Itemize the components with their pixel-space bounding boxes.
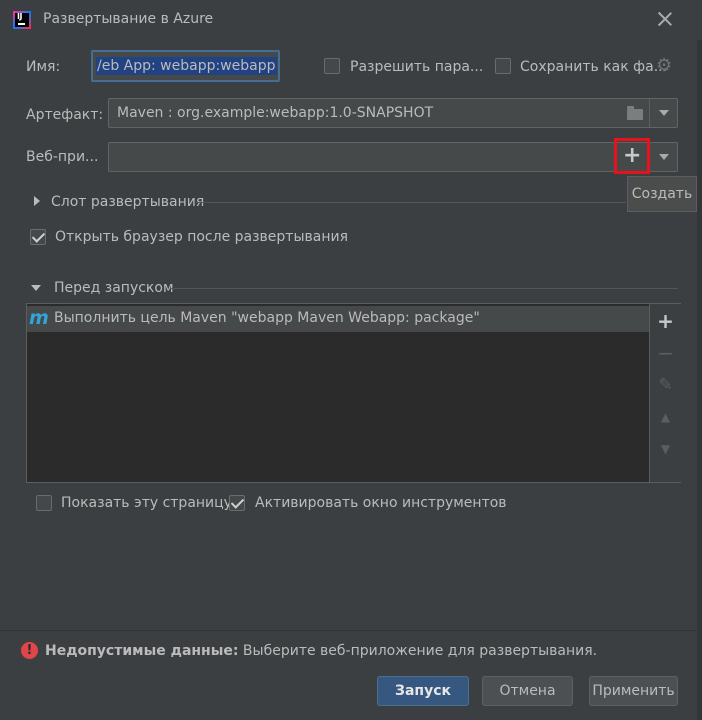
validation-title: Недопустимые данные: (45, 643, 239, 659)
artifact-label: Артефакт: (26, 107, 104, 123)
folder-icon (627, 106, 643, 120)
task-toolbar: + − ✎ ▲ ▼ (649, 304, 681, 482)
before-launch-label[interactable]: Перед запуском (54, 280, 174, 296)
webapp-label: Веб-при... (26, 149, 99, 165)
expand-slot-icon[interactable] (34, 196, 40, 206)
bottom-divider (0, 630, 702, 631)
show-page-checkbox[interactable] (36, 495, 52, 511)
plus-icon: + (623, 143, 642, 168)
before-launch-divider (170, 288, 678, 289)
artifact-combobox[interactable]: Maven : org.example:webapp:1.0-SNAPSHOT (108, 98, 678, 128)
open-browser-label: Открыть браузер после развертывания (55, 229, 349, 245)
task-label: Выполнить цель Maven "webapp Maven Webap… (54, 310, 480, 326)
validation-text: Выберите веб-приложение для развертывани… (238, 643, 598, 659)
validation-message: Недопустимые данные: Выберите веб-прилож… (45, 643, 597, 659)
gear-icon[interactable]: ⚙ (656, 57, 674, 75)
chevron-down-icon (659, 110, 669, 116)
slot-divider (196, 202, 626, 203)
window-title: Развертывание в Azure (43, 11, 214, 27)
activate-tool-window-checkbox[interactable] (229, 495, 245, 511)
window-edge (697, 40, 702, 720)
webapp-combobox[interactable] (108, 142, 678, 172)
title-bar: IJ Развертывание в Azure (0, 0, 702, 40)
move-down-button[interactable]: ▼ (650, 436, 681, 462)
allow-parallel-label: Разрешить пара... (350, 59, 484, 75)
chevron-down-icon (659, 154, 669, 160)
before-launch-panel: m Выполнить цель Maven "webapp Maven Web… (26, 303, 681, 483)
show-page-label: Показать эту страницу (61, 495, 232, 511)
move-up-button[interactable]: ▲ (650, 404, 681, 430)
name-label: Имя: (26, 59, 61, 75)
remove-task-button[interactable]: − (650, 340, 681, 366)
name-input-value: /eb App: webapp:webapp (96, 57, 277, 75)
artifact-dropdown-button[interactable] (649, 99, 678, 127)
open-browser-checkbox[interactable] (30, 229, 46, 245)
browse-artifact-button[interactable] (621, 99, 649, 127)
edit-task-button[interactable]: ✎ (650, 372, 681, 398)
list-item[interactable]: m Выполнить цель Maven "webapp Maven Web… (27, 306, 649, 332)
name-input[interactable]: /eb App: webapp:webapp (91, 50, 280, 82)
webapp-dropdown-button[interactable] (649, 143, 678, 171)
save-as-file-label: Сохранить как фа... (520, 59, 668, 75)
allow-parallel-checkbox[interactable] (324, 58, 340, 74)
close-icon[interactable] (655, 9, 675, 29)
run-button[interactable]: Запуск (377, 676, 469, 706)
save-as-file-checkbox[interactable] (495, 58, 511, 74)
slot-section-label[interactable]: Слот развертывания (51, 194, 204, 210)
maven-icon: m (29, 307, 49, 329)
cancel-button[interactable]: Отмена (482, 676, 573, 706)
create-tooltip: Создать (627, 176, 697, 212)
create-webapp-button[interactable]: + (614, 138, 650, 174)
activate-tool-window-label: Активировать окно инструментов (255, 495, 507, 511)
intellij-app-icon: IJ (13, 11, 31, 29)
before-launch-task-list[interactable]: m Выполнить цель Maven "webapp Maven Web… (27, 304, 649, 482)
collapse-before-launch-icon[interactable] (31, 285, 41, 291)
artifact-value: Maven : org.example:webapp:1.0-SNAPSHOT (117, 105, 434, 121)
error-icon: ! (21, 642, 38, 659)
add-task-button[interactable]: + (650, 308, 681, 334)
apply-button[interactable]: Применить (589, 676, 678, 706)
